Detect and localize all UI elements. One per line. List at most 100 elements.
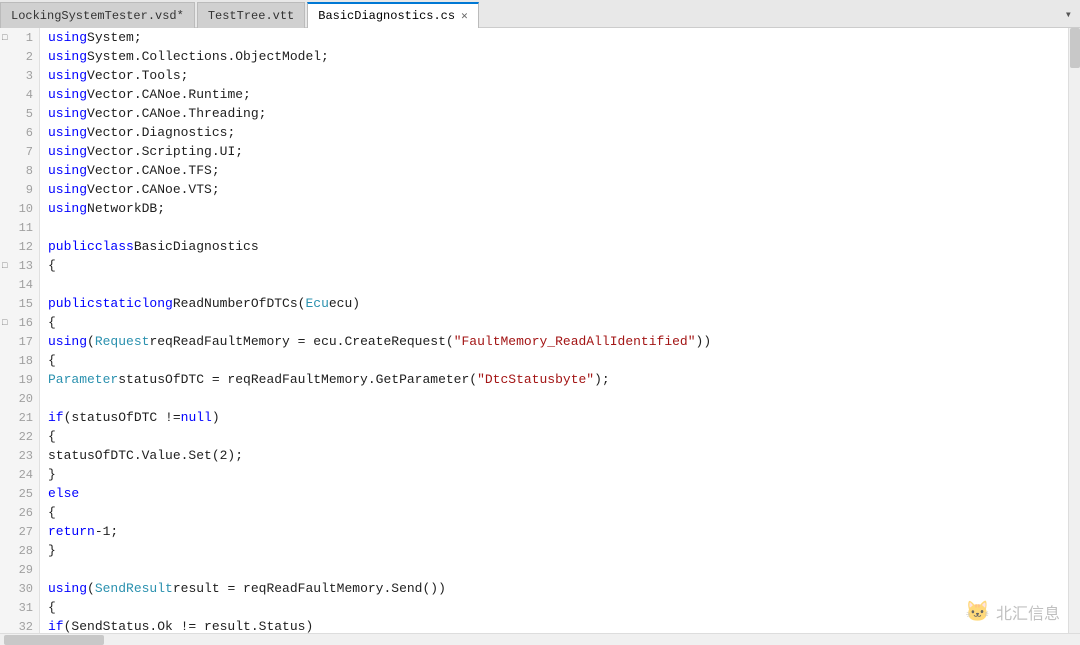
code-line: { — [48, 313, 1068, 332]
token-plain: ( — [87, 581, 95, 596]
line-number-text: 6 — [26, 126, 33, 140]
token-kw: return — [48, 524, 95, 539]
tab-label-locking: LockingSystemTester.vsd* — [11, 9, 184, 23]
code-line: using Vector.Scripting.UI; — [48, 142, 1068, 161]
token-plain: { — [48, 353, 56, 368]
token-plain: { — [48, 315, 56, 330]
token-kw: using — [48, 68, 87, 83]
token-kw: using — [48, 125, 87, 140]
line-number: 10 — [0, 199, 39, 218]
line-number: 28 — [0, 541, 39, 560]
line-number-text: 20 — [19, 392, 33, 406]
line-number: 6 — [0, 123, 39, 142]
line-number: □1 — [0, 28, 39, 47]
line-number-text: 13 — [19, 259, 33, 273]
tab-locking[interactable]: LockingSystemTester.vsd* — [0, 2, 195, 28]
line-number-text: 15 — [19, 297, 33, 311]
token-plain: reqReadFaultMemory = ecu.CreateRequest( — [149, 334, 453, 349]
vertical-scrollbar-thumb[interactable] — [1070, 28, 1080, 68]
collapse-icon[interactable]: □ — [2, 33, 7, 43]
token-plain: BasicDiagnostics — [134, 239, 259, 254]
code-line: using Vector.Diagnostics; — [48, 123, 1068, 142]
line-number: 8 — [0, 161, 39, 180]
token-kw: using — [48, 581, 87, 596]
token-kw: static — [95, 296, 142, 311]
token-plain: System.Collections.ObjectModel; — [87, 49, 329, 64]
token-kw: if — [48, 410, 64, 425]
line-number-text: 11 — [19, 221, 33, 235]
code-line: } — [48, 541, 1068, 560]
code-line: using NetworkDB; — [48, 199, 1068, 218]
code-line — [48, 560, 1068, 579]
code-line: if (SendStatus.Ok != result.Status) — [48, 617, 1068, 633]
token-kw: using — [48, 49, 87, 64]
line-number-text: 7 — [26, 145, 33, 159]
line-number: 21 — [0, 408, 39, 427]
line-number-text: 2 — [26, 50, 33, 64]
horizontal-scrollbar[interactable] — [0, 633, 1080, 645]
tab-label-basicdiagnostics: BasicDiagnostics.cs — [318, 9, 455, 23]
line-number: 15 — [0, 294, 39, 313]
line-number-text: 9 — [26, 183, 33, 197]
token-plain: result = reqReadFaultMemory.Send()) — [173, 581, 446, 596]
token-type: Parameter — [48, 372, 118, 387]
line-number-text: 23 — [19, 449, 33, 463]
token-kw: if — [48, 619, 64, 633]
line-number: 20 — [0, 389, 39, 408]
code-line: using Vector.Tools; — [48, 66, 1068, 85]
token-kw: using — [48, 30, 87, 45]
line-number-text: 10 — [19, 202, 33, 216]
token-plain: { — [48, 429, 56, 444]
token-plain: Vector.CANoe.TFS; — [87, 163, 220, 178]
line-number: 26 — [0, 503, 39, 522]
tab-overflow-button[interactable]: ▾ — [1057, 1, 1080, 27]
code-line: { — [48, 351, 1068, 370]
token-kw: null — [181, 410, 212, 425]
tab-bar: LockingSystemTester.vsd* TestTree.vtt Ba… — [0, 0, 1080, 28]
line-number: 30 — [0, 579, 39, 598]
horizontal-scrollbar-thumb[interactable] — [4, 635, 104, 645]
code-line: using Vector.CANoe.Runtime; — [48, 85, 1068, 104]
token-type: SendResult — [95, 581, 173, 596]
line-number-text: 12 — [19, 240, 33, 254]
collapse-icon[interactable]: □ — [2, 261, 7, 271]
tab-label-testtree: TestTree.vtt — [208, 9, 294, 23]
line-number-text: 26 — [19, 506, 33, 520]
code-line: statusOfDTC.Value.Set(2); — [48, 446, 1068, 465]
tab-testtree[interactable]: TestTree.vtt — [197, 2, 305, 28]
token-kw: using — [48, 87, 87, 102]
token-plain: { — [48, 258, 56, 273]
token-kw: using — [48, 201, 87, 216]
line-number-text: 21 — [19, 411, 33, 425]
token-kw: using — [48, 334, 87, 349]
code-line: { — [48, 427, 1068, 446]
vertical-scrollbar[interactable] — [1068, 28, 1080, 633]
line-number: 9 — [0, 180, 39, 199]
code-line: using Vector.CANoe.Threading; — [48, 104, 1068, 123]
code-line: else — [48, 484, 1068, 503]
code-area[interactable]: using System;using System.Collections.Ob… — [40, 28, 1068, 633]
code-line: Parameter statusOfDTC = reqReadFaultMemo… — [48, 370, 1068, 389]
tab-close-button[interactable]: ✕ — [461, 9, 468, 23]
line-number-text: 3 — [26, 69, 33, 83]
line-number-text: 30 — [19, 582, 33, 596]
line-number: 17 — [0, 332, 39, 351]
line-number-text: 4 — [26, 88, 33, 102]
token-plain: Vector.Tools; — [87, 68, 188, 83]
tab-basicdiagnostics[interactable]: BasicDiagnostics.cs ✕ — [307, 2, 478, 28]
line-number-text: 27 — [19, 525, 33, 539]
line-number-text: 32 — [19, 620, 33, 634]
code-line: public static long ReadNumberOfDTCs(Ecu … — [48, 294, 1068, 313]
line-number-text: 14 — [19, 278, 33, 292]
token-type: Ecu — [305, 296, 328, 311]
line-number: 4 — [0, 85, 39, 104]
code-line: { — [48, 256, 1068, 275]
token-kw: using — [48, 163, 87, 178]
line-number-text: 18 — [19, 354, 33, 368]
line-number: 7 — [0, 142, 39, 161]
token-kw: class — [95, 239, 134, 254]
line-number: 23 — [0, 446, 39, 465]
collapse-icon[interactable]: □ — [2, 318, 7, 328]
token-kw: using — [48, 182, 87, 197]
token-plain: -1; — [95, 524, 118, 539]
